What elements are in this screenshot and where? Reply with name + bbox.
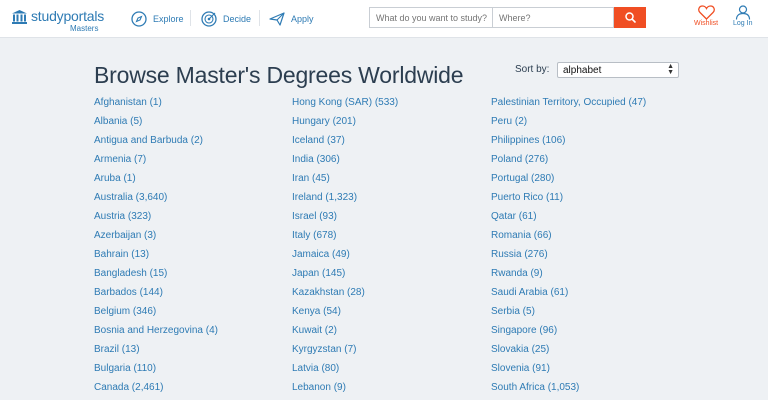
heart-icon	[697, 5, 715, 20]
country-link[interactable]: India (306)	[292, 153, 398, 172]
country-link[interactable]: Antigua and Barbuda (2)	[94, 134, 218, 153]
country-link[interactable]: Puerto Rico (11)	[491, 191, 646, 210]
country-link[interactable]: Palestinian Territory, Occupied (47)	[491, 96, 646, 115]
country-link[interactable]: Belgium (346)	[94, 305, 218, 324]
country-link[interactable]: Bahrain (13)	[94, 248, 218, 267]
country-link[interactable]: Brazil (13)	[94, 343, 218, 362]
sort-select[interactable]: alphabet ▲ ▼	[557, 62, 679, 78]
country-link[interactable]: Philippines (106)	[491, 134, 646, 153]
country-link[interactable]: Portugal (280)	[491, 172, 646, 191]
paper-plane-icon	[269, 12, 285, 26]
study-search-input[interactable]	[369, 7, 492, 28]
country-link[interactable]: Ireland (1,323)	[292, 191, 398, 210]
country-link[interactable]: Bosnia and Herzegovina (4)	[94, 324, 218, 343]
target-icon	[201, 11, 217, 27]
nav-explore-label: Explore	[153, 14, 184, 24]
login-link[interactable]: Log In	[733, 5, 752, 27]
country-link[interactable]: Russia (276)	[491, 248, 646, 267]
country-link[interactable]: Albania (5)	[94, 115, 218, 134]
country-link[interactable]: Armenia (7)	[94, 153, 218, 172]
country-link[interactable]: Japan (145)	[292, 267, 398, 286]
country-link[interactable]: Canada (2,461)	[94, 381, 218, 400]
country-link[interactable]: Kuwait (2)	[292, 324, 398, 343]
nav-apply-label: Apply	[291, 14, 314, 24]
search-button[interactable]	[614, 7, 646, 28]
wishlist-label: Wishlist	[694, 20, 719, 27]
country-link[interactable]: Austria (323)	[94, 210, 218, 229]
institution-icon	[12, 10, 27, 24]
country-link[interactable]: Slovakia (25)	[491, 343, 646, 362]
sort-selected-value: alphabet	[563, 64, 602, 76]
top-header: studyportals Masters Explore Decide Appl…	[0, 0, 768, 38]
country-link[interactable]: Rwanda (9)	[491, 267, 646, 286]
user-icon	[735, 5, 750, 20]
country-link[interactable]: Afghanistan (1)	[94, 96, 218, 115]
country-link[interactable]: Iran (45)	[292, 172, 398, 191]
nav-decide[interactable]: Decide	[201, 10, 251, 28]
search-icon	[624, 12, 636, 23]
country-link[interactable]: Bulgaria (110)	[94, 362, 218, 381]
logo-wordmark: studyportals	[31, 8, 105, 24]
country-link[interactable]: Iceland (37)	[292, 134, 398, 153]
country-link[interactable]: Lebanon (9)	[292, 381, 398, 400]
country-column-3: Palestinian Territory, Occupied (47) Peru…	[491, 96, 646, 400]
wishlist-link[interactable]: Wishlist	[694, 5, 718, 27]
country-link[interactable]: Latvia (80)	[292, 362, 398, 381]
country-link[interactable]: Saudi Arabia (61)	[491, 286, 646, 305]
country-link[interactable]: Bangladesh (15)	[94, 267, 218, 286]
country-link[interactable]: Slovenia (91)	[491, 362, 646, 381]
studyportals-logo[interactable]: studyportals Masters	[12, 8, 112, 33]
country-link[interactable]: Italy (678)	[292, 229, 398, 248]
country-link[interactable]: Qatar (61)	[491, 210, 646, 229]
country-link[interactable]: Hong Kong (SAR) (533)	[292, 96, 398, 115]
country-link[interactable]: Israel (93)	[292, 210, 398, 229]
country-link[interactable]: Peru (2)	[491, 115, 646, 134]
country-link[interactable]: Hungary (201)	[292, 115, 398, 134]
country-link[interactable]: Poland (276)	[491, 153, 646, 172]
select-arrows-icon: ▲ ▼	[667, 63, 674, 76]
country-link[interactable]: Azerbaijan (3)	[94, 229, 218, 248]
country-link[interactable]: Australia (3,640)	[94, 191, 218, 210]
country-link[interactable]: Barbados (144)	[94, 286, 218, 305]
country-link[interactable]: Kenya (54)	[292, 305, 398, 324]
country-link[interactable]: Kazakhstan (28)	[292, 286, 398, 305]
nav-divider	[190, 10, 191, 26]
country-link[interactable]: Kyrgyzstan (7)	[292, 343, 398, 362]
page-title: Browse Master's Degrees Worldwide	[94, 62, 464, 88]
country-link[interactable]: Jamaica (49)	[292, 248, 398, 267]
location-search-input[interactable]	[492, 7, 614, 28]
compass-icon	[131, 11, 147, 27]
sort-label: Sort by:	[515, 64, 550, 75]
country-column-1: Afghanistan (1) Albania (5) Antigua and Ba…	[94, 96, 218, 400]
country-link[interactable]: Serbia (5)	[491, 305, 646, 324]
country-link[interactable]: South Africa (1,053)	[491, 381, 646, 400]
country-link[interactable]: Singapore (96)	[491, 324, 646, 343]
nav-apply[interactable]: Apply	[269, 10, 314, 28]
logo-subtitle: Masters	[70, 24, 99, 33]
nav-decide-label: Decide	[223, 14, 252, 24]
country-link[interactable]: Romania (66)	[491, 229, 646, 248]
country-link[interactable]: Aruba (1)	[94, 172, 218, 191]
login-label: Log In	[733, 20, 753, 27]
country-column-2: Hong Kong (SAR) (533) Hungary (201) Icelan…	[292, 96, 398, 400]
nav-explore[interactable]: Explore	[131, 10, 184, 28]
nav-divider	[259, 10, 260, 26]
